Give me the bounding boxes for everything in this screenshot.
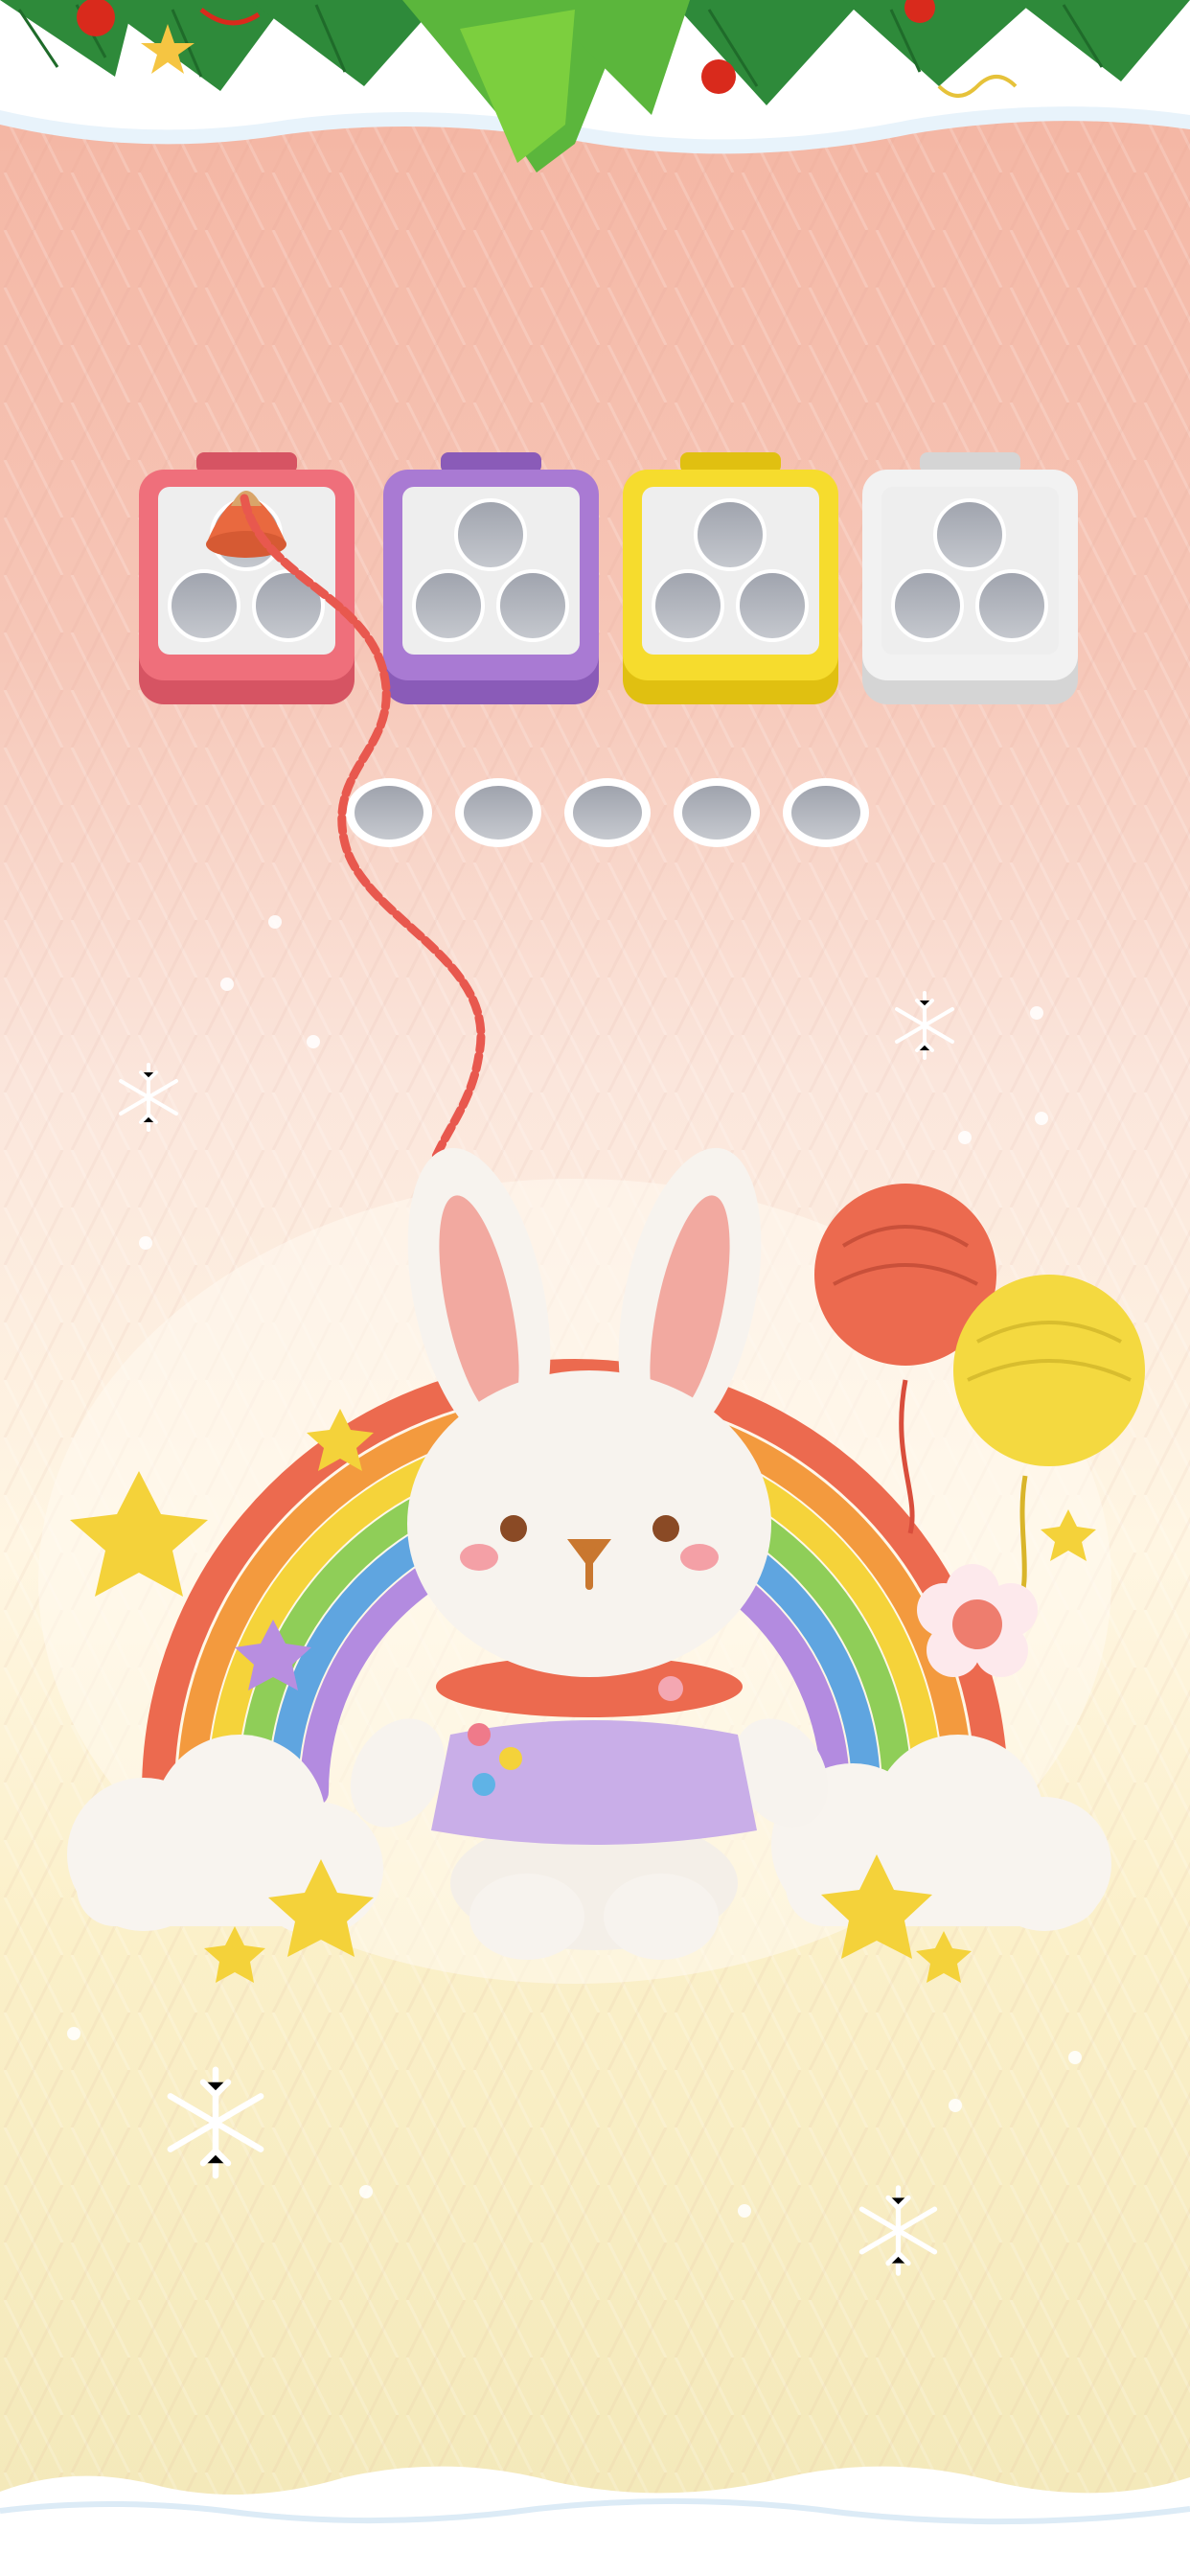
star-icon	[204, 1926, 265, 1983]
star-icon	[916, 1931, 972, 1983]
box-yellow[interactable]	[623, 452, 838, 704]
box-red[interactable]	[139, 452, 355, 704]
knitted-bunny-picture	[38, 1147, 1145, 1984]
box-purple[interactable]	[383, 452, 599, 704]
snowflake-icon	[167, 2066, 264, 2179]
holding-slot-well	[355, 786, 423, 840]
snow-dot	[139, 1236, 152, 1250]
snow-dot	[67, 2027, 80, 2040]
holding-slot-tray	[346, 778, 869, 847]
snow-dot	[738, 2204, 751, 2218]
snowflake-icon	[858, 2185, 938, 2276]
snow-dot	[359, 2185, 373, 2198]
box-slot	[412, 569, 485, 642]
box-slot	[694, 498, 767, 571]
snow-dot	[220, 978, 234, 991]
snow-dot	[958, 1131, 972, 1144]
holding-slot-well	[464, 786, 533, 840]
snow-dot	[268, 915, 282, 929]
box-slot	[652, 569, 724, 642]
game-screen	[0, 0, 1190, 2576]
box-slot	[933, 498, 1006, 571]
snow-dot	[1030, 1006, 1043, 1020]
holding-slot-well	[682, 786, 751, 840]
snow-dot	[1068, 2051, 1082, 2064]
snow-dot	[1035, 1112, 1048, 1125]
snowflake-icon	[895, 991, 954, 1060]
snowflake-icon	[119, 1063, 178, 1132]
box-slot	[736, 569, 809, 642]
snow-dot	[307, 1035, 320, 1048]
box-white[interactable]	[862, 452, 1078, 704]
snow-bank-decoration	[0, 2466, 1190, 2576]
snow-dot	[949, 2099, 962, 2112]
box-slot	[454, 498, 527, 571]
holding-slot-well	[791, 786, 860, 840]
holding-slot-well	[573, 786, 642, 840]
box-slot	[975, 569, 1048, 642]
box-slot	[496, 569, 569, 642]
box-slot	[168, 569, 240, 642]
box-slot	[891, 569, 964, 642]
